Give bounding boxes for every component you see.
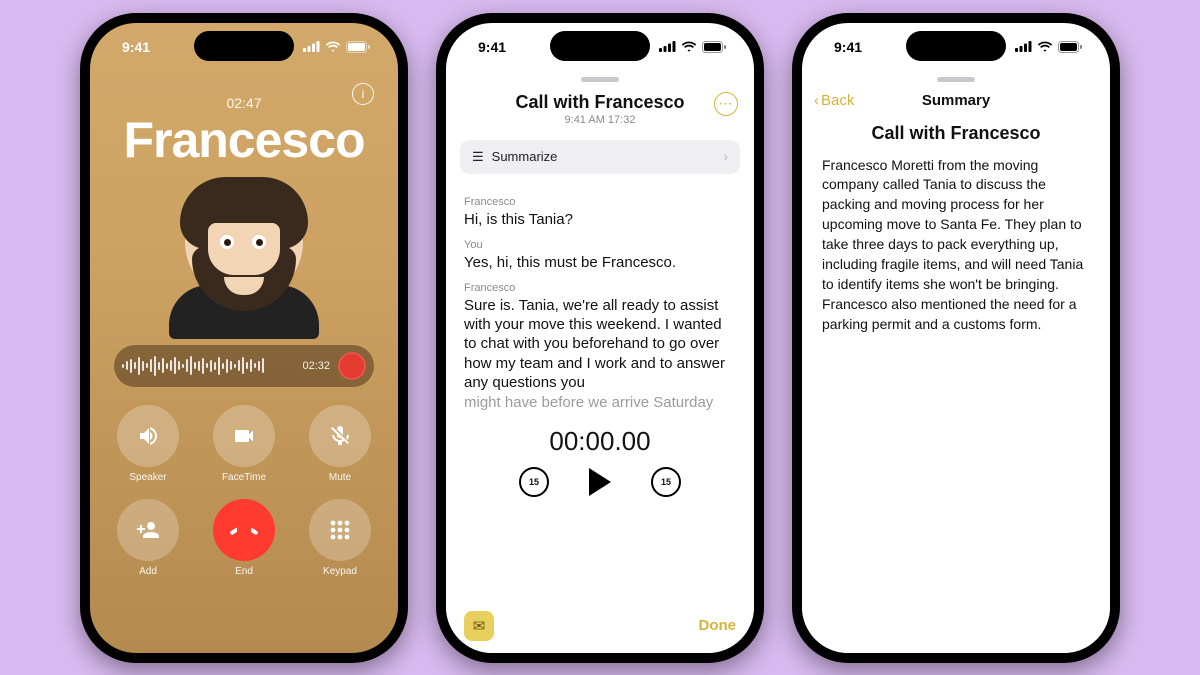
status-time: 9:41 [122, 39, 150, 55]
chevron-left-icon: ‹ [814, 92, 819, 109]
mute-label: Mute [329, 472, 351, 483]
message-icon: ✉ [473, 617, 486, 635]
speaker-button[interactable]: Speaker [117, 405, 179, 483]
play-button[interactable] [589, 468, 611, 496]
transcript-screen: 9:41 Call with Francesco 9:41 AM 17:32 ⋯… [446, 23, 754, 653]
keypad-button[interactable]: Keypad [309, 499, 371, 577]
status-time: 9:41 [478, 39, 506, 55]
summary-heading: Call with Francesco [802, 123, 1110, 144]
caller-name: Francesco [123, 111, 364, 169]
cellular-icon [659, 41, 676, 52]
status-icons [303, 41, 370, 53]
wifi-icon [325, 41, 341, 52]
back-label: Back [821, 92, 854, 109]
dynamic-island [194, 31, 294, 61]
wifi-icon [681, 41, 697, 52]
speaker-label: Speaker [129, 472, 166, 483]
cellular-icon [1015, 41, 1032, 52]
status-time: 9:41 [834, 39, 862, 55]
player-controls: 15 15 [446, 467, 754, 497]
note-title: Call with Francesco [515, 92, 684, 113]
skip-back-button[interactable]: 15 [519, 467, 549, 497]
summary-body: Francesco Moretti from the moving compan… [802, 144, 1110, 335]
mute-button[interactable]: Mute [309, 405, 371, 483]
speaker-label: You [464, 238, 736, 252]
waveform-icon [122, 355, 294, 377]
sheet: Call with Francesco 9:41 AM 17:32 ⋯ ☰ Su… [446, 71, 754, 653]
add-button[interactable]: Add [117, 499, 179, 577]
dynamic-island [906, 31, 1006, 61]
speaker-label: Francesco [464, 195, 736, 209]
skip-forward-button[interactable]: 15 [651, 467, 681, 497]
skip-forward-icon: 15 [661, 477, 671, 487]
recording-pill: 02:32 [114, 345, 374, 387]
summary-screen: 9:41 ‹ Back Summary Call with Francesco … [802, 23, 1110, 653]
record-button[interactable] [338, 352, 366, 380]
done-button[interactable]: Done [699, 617, 737, 634]
dynamic-island [550, 31, 650, 61]
keypad-icon [329, 519, 351, 541]
transcript-line: Hi, is this Tania? [464, 210, 736, 229]
footer: ✉ Done [446, 611, 754, 641]
phone-transcript: 9:41 Call with Francesco 9:41 AM 17:32 ⋯… [436, 13, 764, 663]
cellular-icon [303, 41, 320, 52]
summarize-button[interactable]: ☰ Summarize › [460, 140, 740, 174]
add-user-icon [136, 518, 160, 542]
speaker-label: Francesco [464, 281, 736, 295]
end-label: End [235, 566, 253, 577]
status-icons [659, 41, 726, 53]
info-icon: i [362, 87, 365, 101]
battery-icon [702, 41, 726, 53]
back-button[interactable]: ‹ Back [814, 92, 854, 109]
battery-icon [1058, 41, 1082, 53]
transcript-line: Sure is. Tania, we're all ready to assis… [464, 296, 736, 392]
facetime-button[interactable]: FaceTime [213, 405, 275, 483]
caller-avatar [164, 175, 324, 335]
call-duration: 02:47 [226, 95, 261, 111]
facetime-label: FaceTime [222, 472, 266, 483]
transcript-line: might have before we arrive Saturday [464, 393, 736, 412]
transcript-line: Yes, hi, this must be Francesco. [464, 253, 736, 272]
call-screen: 9:41 i 02:47 Francesco 02:32 [90, 23, 398, 653]
skip-back-icon: 15 [529, 477, 539, 487]
info-button[interactable]: i [352, 83, 374, 105]
phone-summary: 9:41 ‹ Back Summary Call with Francesco … [792, 13, 1120, 663]
summarize-label: Summarize [492, 149, 558, 164]
end-button[interactable]: End [213, 499, 275, 577]
message-button[interactable]: ✉ [464, 611, 494, 641]
phone-call: 9:41 i 02:47 Francesco 02:32 [80, 13, 408, 663]
keypad-label: Keypad [323, 566, 357, 577]
battery-icon [346, 41, 370, 53]
summarize-icon: ☰ [472, 149, 484, 165]
nav-title: Summary [922, 92, 990, 109]
add-label: Add [139, 566, 157, 577]
recording-time: 02:32 [302, 360, 330, 372]
playback-time: 00:00.00 [446, 426, 754, 457]
note-subtitle: 9:41 AM 17:32 [515, 114, 684, 126]
sheet: ‹ Back Summary Call with Francesco Franc… [802, 71, 1110, 653]
end-call-icon [230, 516, 258, 544]
call-controls: Speaker FaceTime Mute Add End Keypad [90, 405, 398, 599]
ellipsis-icon: ⋯ [719, 95, 734, 112]
nav-bar: ‹ Back Summary [802, 82, 1110, 115]
mute-icon [328, 424, 352, 448]
wifi-icon [1037, 41, 1053, 52]
transcript: Francesco Hi, is this Tania? You Yes, hi… [446, 182, 754, 413]
more-button[interactable]: ⋯ [714, 92, 738, 116]
chevron-right-icon: › [724, 149, 728, 164]
video-icon [232, 424, 256, 448]
speaker-icon [136, 424, 160, 448]
note-header: Call with Francesco 9:41 AM 17:32 ⋯ [446, 82, 754, 128]
status-icons [1015, 41, 1082, 53]
